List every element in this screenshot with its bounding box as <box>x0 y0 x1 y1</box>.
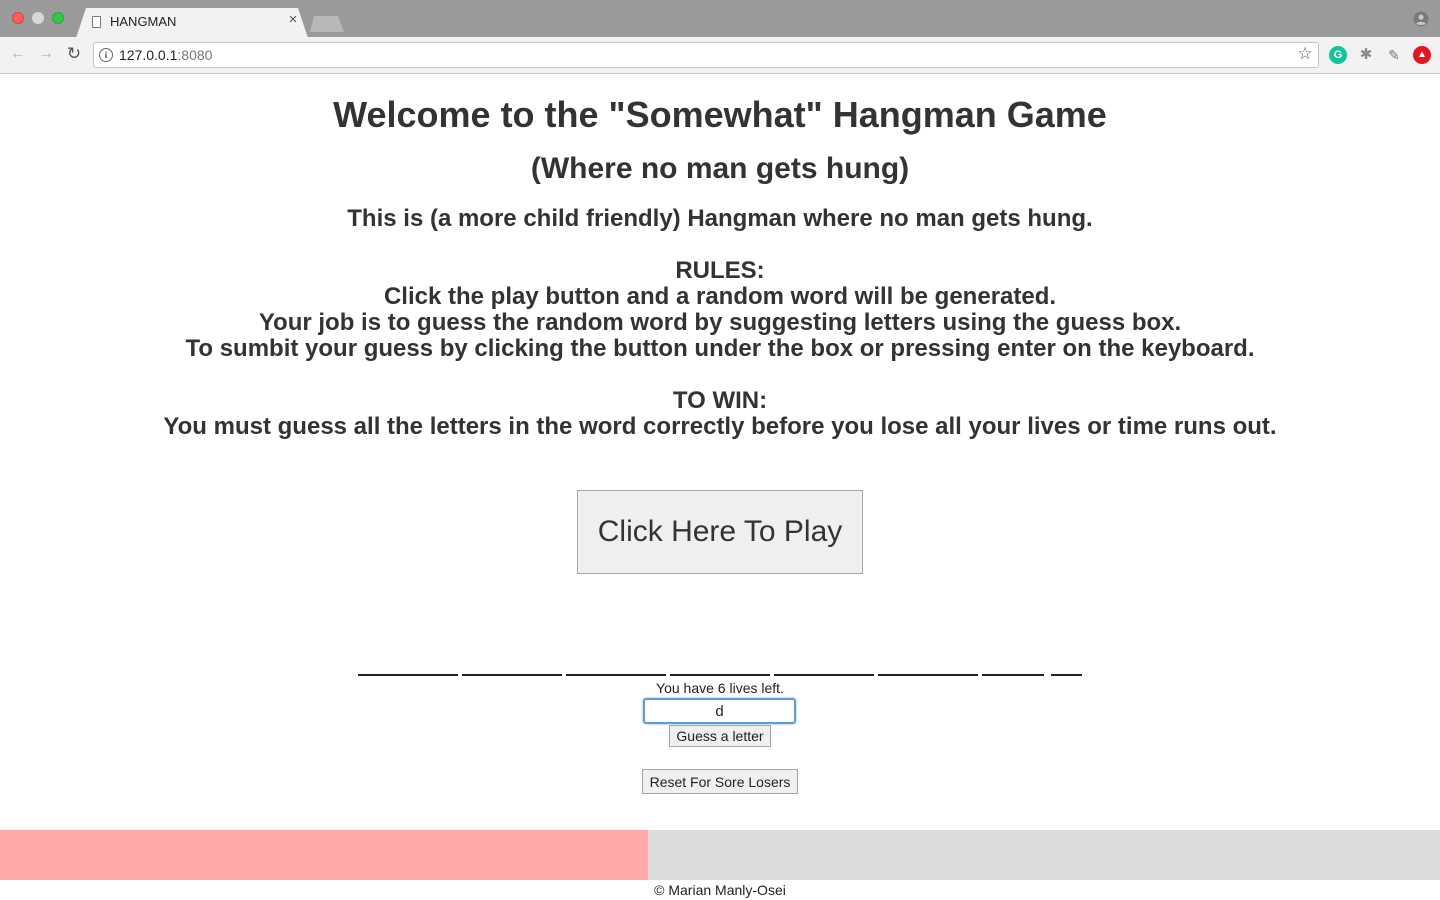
timer-bar <box>0 830 1440 880</box>
bug-extension-icon[interactable]: ✱ <box>1357 46 1375 64</box>
win-heading: TO WIN: <box>672 387 768 414</box>
word-blanks <box>0 654 1440 676</box>
adblock-extension-icon[interactable]: ▲ <box>1413 46 1431 64</box>
win-section: TO WIN: You must guess all the letters i… <box>0 388 1440 440</box>
letter-blank <box>670 674 770 676</box>
close-tab-icon[interactable]: × <box>286 12 300 28</box>
forward-arrow-icon[interactable]: → <box>36 44 56 64</box>
letter-blank <box>982 674 1044 676</box>
footer-copyright: © Marian Manly-Osei <box>654 882 786 898</box>
info-icon[interactable]: i <box>99 48 113 62</box>
guess-letter-button[interactable]: Guess a letter <box>669 725 771 747</box>
profile-icon[interactable] <box>1413 11 1429 27</box>
timer-bar-fill <box>0 830 648 880</box>
bookmark-star-icon[interactable]: ☆ <box>1296 44 1314 64</box>
rules-section: RULES: Click the play button and a rando… <box>0 258 1440 362</box>
guess-letter-input[interactable] <box>643 698 796 724</box>
tab-title: HANGMAN <box>110 14 177 29</box>
back-arrow-icon[interactable]: ← <box>8 44 28 64</box>
url-port: :8080 <box>177 47 213 63</box>
letter-blank <box>566 674 666 676</box>
eyedropper-extension-icon[interactable]: ✎ <box>1385 46 1403 64</box>
grammarly-extension-icon[interactable]: G <box>1329 46 1347 64</box>
page-icon <box>92 16 101 28</box>
url-text[interactable]: 127.0.0.1:8080 <box>119 47 212 63</box>
reset-button[interactable]: Reset For Sore Losers <box>642 769 798 794</box>
rules-line-2: Your job is to guess the random word by … <box>258 309 1182 336</box>
reload-icon[interactable]: ↻ <box>64 44 84 64</box>
maximize-window-button[interactable] <box>52 12 64 24</box>
letter-blank <box>462 674 562 676</box>
close-window-button[interactable] <box>12 12 24 24</box>
page-subtitle: (Where no man gets hung) <box>530 152 910 185</box>
rules-line-1: Click the play button and a random word … <box>383 283 1057 310</box>
page-content: Welcome to the "Somewhat" Hangman Game (… <box>0 74 1440 900</box>
address-bar[interactable] <box>93 42 1319 68</box>
minimize-window-button[interactable] <box>32 12 44 24</box>
url-host: 127.0.0.1 <box>119 47 178 63</box>
letter-blank <box>1051 674 1082 676</box>
page-title: Welcome to the "Somewhat" Hangman Game <box>333 94 1107 135</box>
win-line: You must guess all the letters in the wo… <box>163 413 1277 440</box>
lives-remaining-text: You have 6 lives left. <box>656 680 784 696</box>
letter-blank <box>358 674 458 676</box>
game-description: This is (a more child friendly) Hangman … <box>347 205 1093 232</box>
rules-line-3: To sumbit your guess by clicking the but… <box>185 335 1255 362</box>
letter-blank <box>774 674 874 676</box>
letter-blank <box>878 674 978 676</box>
rules-heading: RULES: <box>675 257 765 284</box>
new-tab-button[interactable] <box>310 16 344 32</box>
play-button[interactable]: Click Here To Play <box>577 490 863 574</box>
